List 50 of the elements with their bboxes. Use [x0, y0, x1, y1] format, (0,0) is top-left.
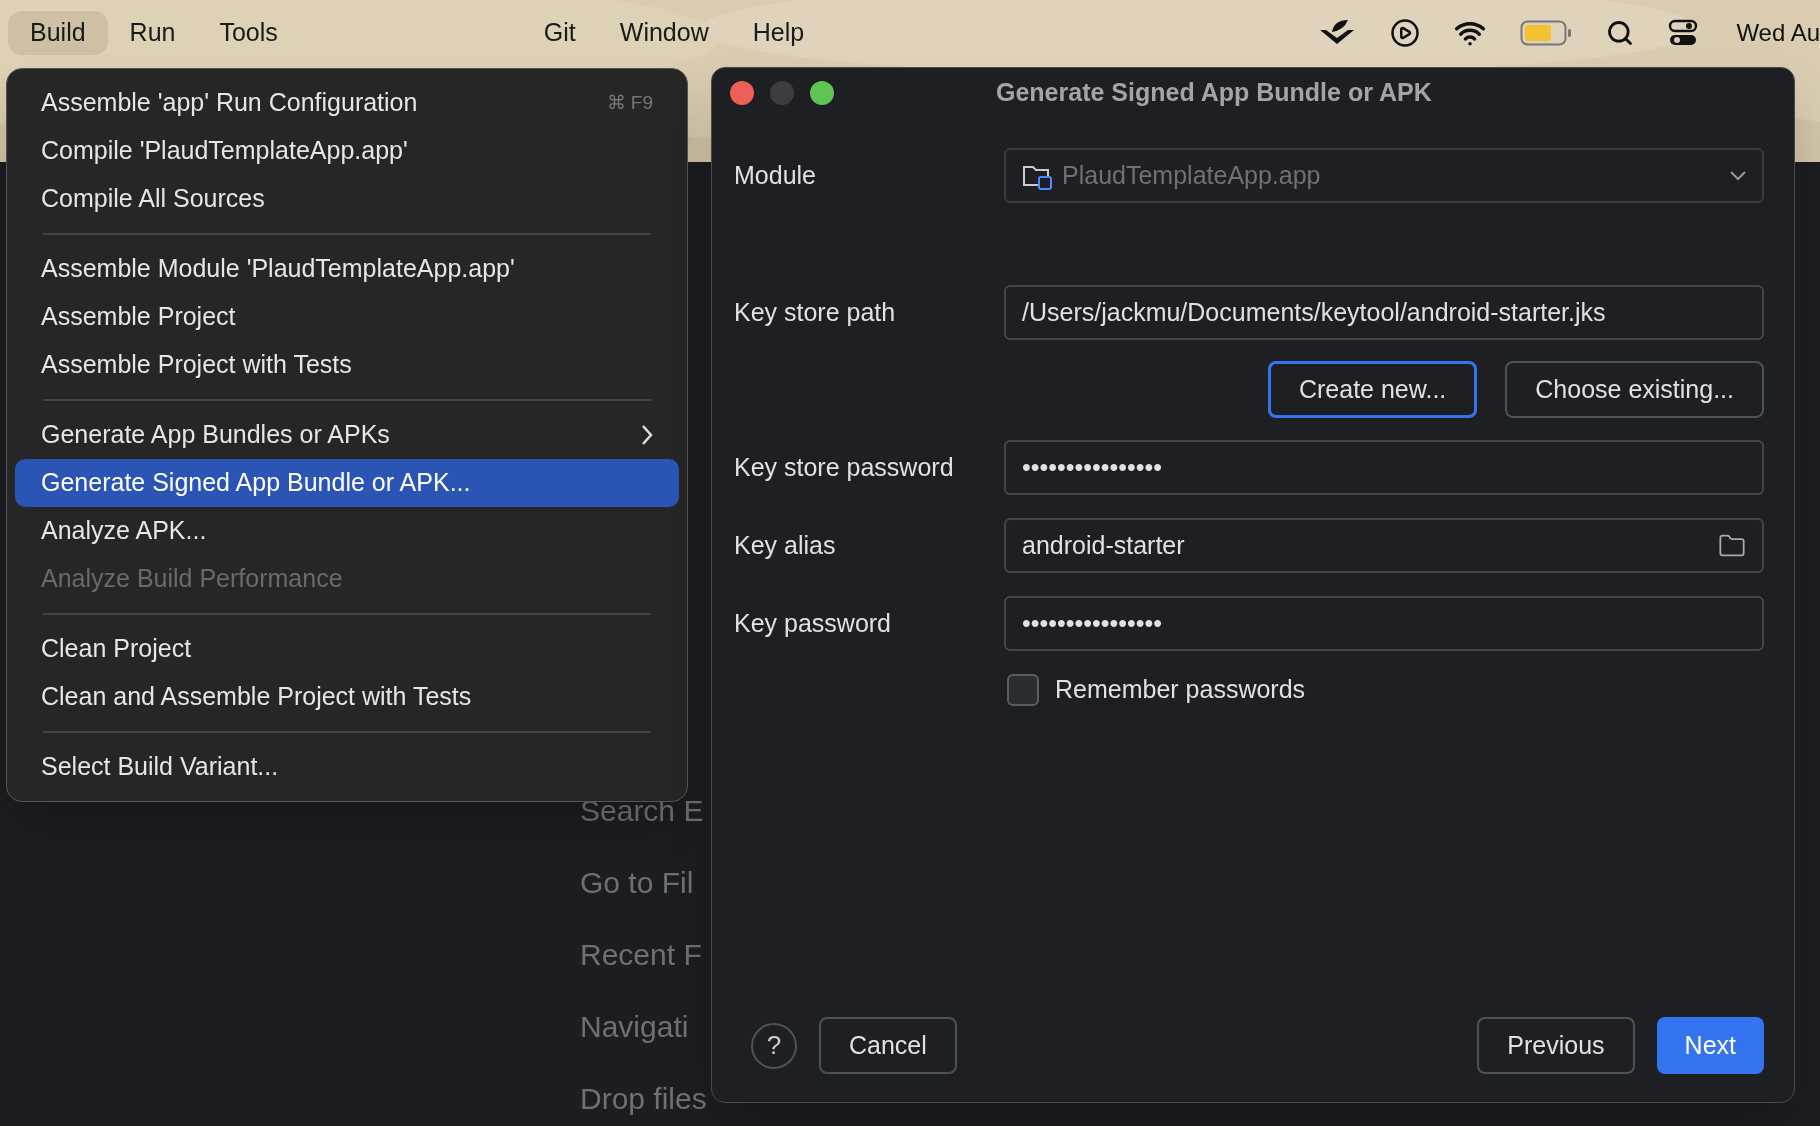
welcome-action: Go to Fil	[580, 866, 695, 900]
field-label: Module	[734, 159, 817, 191]
checkbox-label: Remember passwords	[1055, 674, 1306, 705]
menu-item[interactable]: Assemble Project with Tests	[15, 341, 679, 389]
control-center-icon[interactable]	[1668, 17, 1699, 48]
menu-item[interactable]: Assemble 'app' Run Configuration ⌘ F9	[15, 79, 679, 127]
menu-bar-item[interactable]: Tools	[197, 10, 300, 55]
field-label: Key store password	[734, 451, 955, 483]
welcome-action: Drop files	[580, 1082, 708, 1116]
menu-item[interactable]: Assemble Module 'PlaudTemplateApp.app'	[15, 245, 679, 293]
dialog-button[interactable]: Cancel	[819, 1017, 957, 1074]
menu-item[interactable]: Generate App Bundles or APKs	[15, 411, 679, 459]
menu-item[interactable]: Select Build Variant...	[15, 743, 679, 791]
menu-bar-item[interactable]: Help	[730, 10, 827, 55]
menu-item[interactable]: Clean Project	[15, 625, 679, 673]
menu-bar-item[interactable]: Window	[597, 10, 731, 55]
shortcut-label: ⌘ F9	[606, 90, 653, 115]
menu-item[interactable]: Compile 'PlaudTemplateApp.app'	[15, 127, 679, 175]
help-button[interactable]: ?	[751, 1022, 797, 1069]
field-label: Key alias	[734, 529, 837, 561]
menu-item[interactable]: Clean and Assemble Project with Tests	[15, 673, 679, 721]
zoom-button[interactable]	[810, 81, 834, 105]
welcome-action: Search E	[580, 794, 705, 828]
play-icon[interactable]	[1390, 17, 1421, 48]
menu-bar-item[interactable]: Git	[521, 10, 598, 55]
field-label: Key store path	[734, 296, 897, 328]
menu-item[interactable]: Assemble Project	[15, 293, 679, 341]
dialog-button[interactable]: Previous	[1477, 1017, 1635, 1074]
primary-button[interactable]: Next	[1656, 1017, 1764, 1074]
text-field[interactable]: /Users/jackmu/Documents/keytool/android-starter.jks	[1004, 285, 1764, 340]
menu-bar-item[interactable]: Run	[107, 10, 198, 55]
dialog-button[interactable]: Choose existing...	[1505, 361, 1764, 418]
text-field[interactable]: ••••••••••••••••	[1004, 596, 1764, 651]
close-button[interactable]	[730, 81, 754, 105]
chevron-down-icon	[1730, 170, 1746, 181]
clock: Wed Au	[1735, 17, 1820, 48]
battery-icon[interactable]	[1520, 19, 1573, 46]
menu-item[interactable]: Compile All Sources	[15, 175, 679, 223]
search-icon[interactable]	[1606, 18, 1635, 47]
menu-bar-item[interactable]: Build	[8, 10, 108, 55]
dialog-title: Generate Signed App Bundle or APK	[996, 77, 1432, 109]
welcome-action: Navigati	[580, 1010, 690, 1044]
menu-item[interactable]: Analyze APK...	[15, 507, 679, 555]
dialog-button[interactable]: Create new...	[1267, 361, 1478, 418]
checkbox[interactable]	[1007, 673, 1039, 706]
welcome-action: Recent F	[580, 938, 703, 972]
text-field[interactable]: ••••••••••••••••	[1004, 440, 1764, 495]
menu-item[interactable]: Generate Signed App Bundle or APK...	[15, 459, 679, 507]
text-field[interactable]: android-starter	[1004, 518, 1764, 573]
field-label: Key password	[734, 607, 893, 639]
